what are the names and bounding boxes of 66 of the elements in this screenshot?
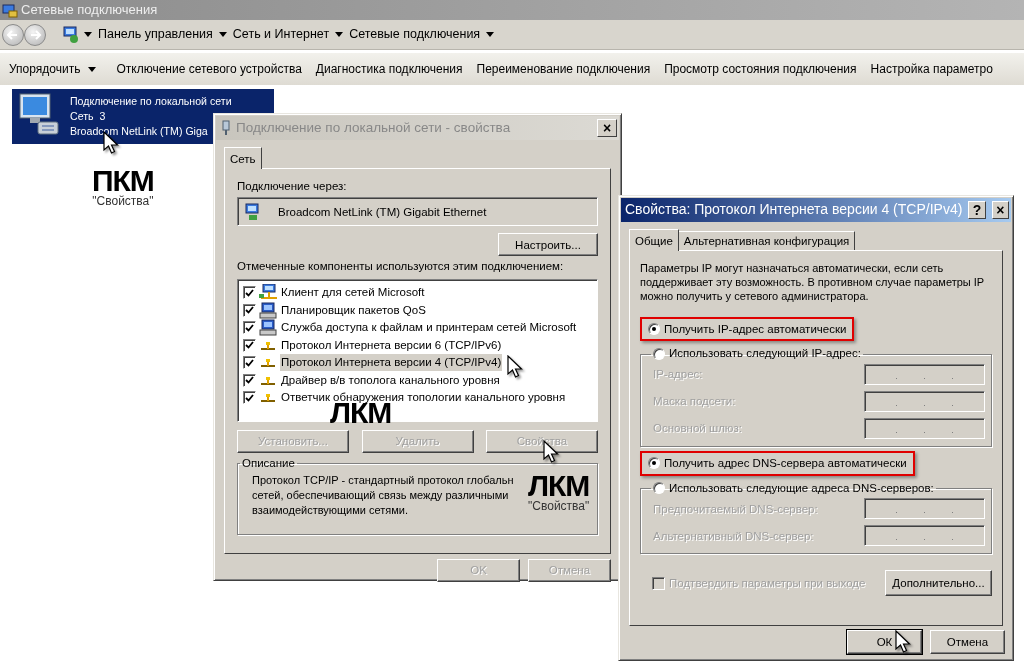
network-folder-icon: [2, 2, 18, 18]
help-button[interactable]: ?: [968, 201, 986, 219]
network-name: Сеть 3: [70, 109, 106, 124]
tab[interactable]: Сеть: [224, 147, 262, 169]
option-label[interactable]: Использовать следующий IP-адрес:: [669, 347, 861, 362]
breadcrumb-item[interactable]: Панель управления: [96, 26, 215, 43]
toolbar-button[interactable]: Настройка параметро: [863, 61, 1000, 77]
component-item[interactable]: Драйвер в/в тополога канального уровня: [280, 371, 501, 389]
toolbar-button[interactable]: Отключение сетевого устройства: [109, 61, 309, 77]
caret-icon[interactable]: [335, 32, 344, 37]
tab[interactable]: Альтернативная конфигурация: [677, 231, 856, 250]
advanced-button[interactable]: Дополнительно...: [885, 570, 992, 597]
checkbox[interactable]: [243, 321, 256, 334]
radio-button[interactable]: [648, 323, 660, 336]
group-label: Описание: [241, 456, 296, 471]
adapter-field: Broadcom NetLink (TM) Gigabit Ethernet: [237, 197, 598, 227]
breadcrumb-item[interactable]: Сеть и Интернет: [230, 26, 332, 43]
caret-icon[interactable]: [88, 66, 97, 72]
toolbar-button[interactable]: Упорядочить: [2, 61, 104, 77]
close-button[interactable]: ×: [991, 201, 1009, 219]
component-item[interactable]: Служба доступа к файлам и принтерам сетей Microsoft: [280, 319, 578, 336]
network-computer-icon: [62, 25, 80, 44]
computer-icon: [259, 319, 277, 336]
field-label: Подключение через:: [237, 179, 348, 194]
radio-button[interactable]: [653, 348, 665, 361]
annotation-title: ПКМ: [92, 168, 154, 194]
back-button[interactable]: [2, 23, 24, 46]
description-text: Протокол TCP/IP - стандартный протокол глобальн сетей, обеспечивающий связь между различными взаимодействующими сетями.: [252, 472, 514, 518]
window-title: Сетевые подключения: [21, 1, 158, 19]
cursor-icon: [507, 355, 523, 379]
checkbox[interactable]: [243, 286, 256, 299]
breadcrumb-item[interactable]: Сетевые подключения: [347, 26, 483, 43]
toolbar-button[interactable]: Переименование подключения: [469, 61, 658, 77]
tab[interactable]: Общие: [629, 229, 679, 251]
toolbar-button[interactable]: Диагностика подключения: [308, 61, 470, 77]
dialog-button[interactable]: Отмена: [930, 630, 1005, 654]
annotation-caption: "Свойства": [528, 499, 590, 514]
component-item[interactable]: Протокол Интернета версии 6 (TCP/IPv6): [280, 336, 503, 354]
adapter-name: Broadcom NetLink (TM) Giga: [70, 124, 208, 139]
cursor-icon: [895, 630, 911, 654]
network-plug-icon: [220, 120, 232, 136]
component-item[interactable]: Протокол Интернета версии 4 (TCP/IPv4): [280, 354, 503, 371]
toolbar-button[interactable]: Просмотр состояния подключения: [657, 61, 864, 77]
radio-button[interactable]: [653, 482, 665, 495]
option-label[interactable]: Получить IP-адрес автоматически: [664, 322, 847, 337]
checkbox[interactable]: [243, 303, 256, 317]
list-label: Отмеченные компоненты используются этим подключением:: [237, 259, 565, 274]
connection-name: Подключение по локальной сети: [70, 94, 232, 109]
annotation-caption: "Свойства": [92, 194, 154, 209]
network-adapter-icon: [244, 202, 262, 221]
intro-text: Параметры IP могут назначаться автоматически, если сеть поддерживает эту возможность. В противном случае параметры IP можно получить у сетевого администратора.: [640, 261, 986, 303]
annotation-title: ЛКМ: [528, 473, 590, 499]
component-item[interactable]: Планировщик пакетов QoS: [280, 301, 427, 319]
option-label[interactable]: Использовать следующие адреса DNS-серверов:: [669, 481, 934, 496]
close-button[interactable]: ×: [597, 119, 617, 137]
forward-button[interactable]: [24, 23, 46, 46]
option-label[interactable]: Получить адрес DNS-сервера автоматически: [664, 456, 907, 471]
caret-icon[interactable]: [84, 32, 92, 37]
configure-button[interactable]: Настроить...: [498, 233, 598, 257]
computer-icon: [259, 301, 277, 319]
dialog-title: Свойства: Протокол Интернета версии 4 (TCP/IPv4): [625, 201, 963, 219]
network-computer-icon: [259, 284, 277, 301]
caret-icon[interactable]: [486, 32, 495, 37]
radio-button[interactable]: [648, 457, 660, 470]
component-item[interactable]: Клиент для сетей Microsoft: [280, 284, 426, 301]
caret-icon[interactable]: [218, 32, 227, 37]
